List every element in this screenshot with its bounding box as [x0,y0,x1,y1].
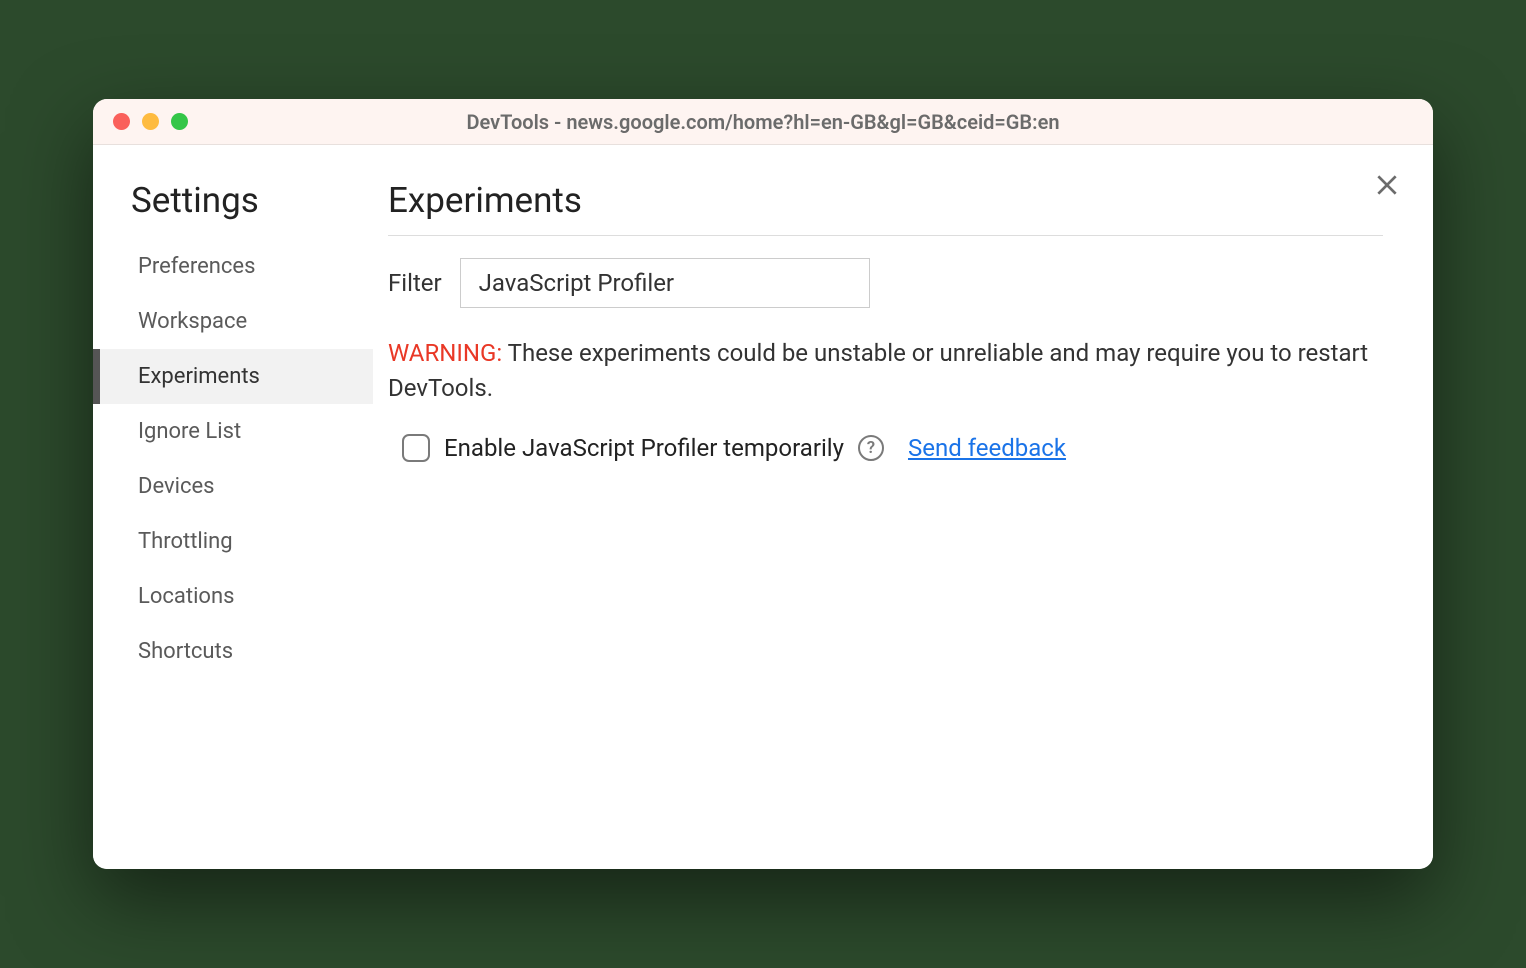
sidebar-item-workspace[interactable]: Workspace [93,294,373,349]
settings-title: Settings [93,180,373,239]
sidebar-item-throttling[interactable]: Throttling [93,514,373,569]
filter-row: Filter [388,258,1383,308]
settings-sidebar: Settings Preferences Workspace Experimen… [93,145,373,869]
help-icon[interactable]: ? [858,435,884,461]
minimize-window-button[interactable] [142,113,159,130]
experiment-checkbox[interactable] [402,434,430,462]
experiment-label: Enable JavaScript Profiler temporarily [444,434,844,462]
sidebar-item-ignore-list[interactable]: Ignore List [93,404,373,459]
filter-input[interactable] [460,258,870,308]
devtools-window: DevTools - news.google.com/home?hl=en-GB… [93,99,1433,869]
window-titlebar: DevTools - news.google.com/home?hl=en-GB… [93,99,1433,145]
sidebar-item-locations[interactable]: Locations [93,569,373,624]
send-feedback-link[interactable]: Send feedback [908,434,1066,462]
sidebar-item-shortcuts[interactable]: Shortcuts [93,624,373,679]
window-title: DevTools - news.google.com/home?hl=en-GB… [93,110,1433,134]
warning-message: WARNING: These experiments could be unst… [388,336,1383,406]
sidebar-item-devices[interactable]: Devices [93,459,373,514]
warning-text: These experiments could be unstable or u… [388,339,1368,402]
settings-main: Experiments Filter WARNING: These experi… [373,145,1433,869]
filter-label: Filter [388,269,442,297]
traffic-lights [113,113,188,130]
maximize-window-button[interactable] [171,113,188,130]
sidebar-item-experiments[interactable]: Experiments [93,349,373,404]
warning-prefix: WARNING: [388,339,502,367]
experiment-row: Enable JavaScript Profiler temporarily ?… [388,434,1383,462]
close-window-button[interactable] [113,113,130,130]
settings-content: Settings Preferences Workspace Experimen… [93,145,1433,869]
page-heading: Experiments [388,180,1383,236]
sidebar-item-preferences[interactable]: Preferences [93,239,373,294]
